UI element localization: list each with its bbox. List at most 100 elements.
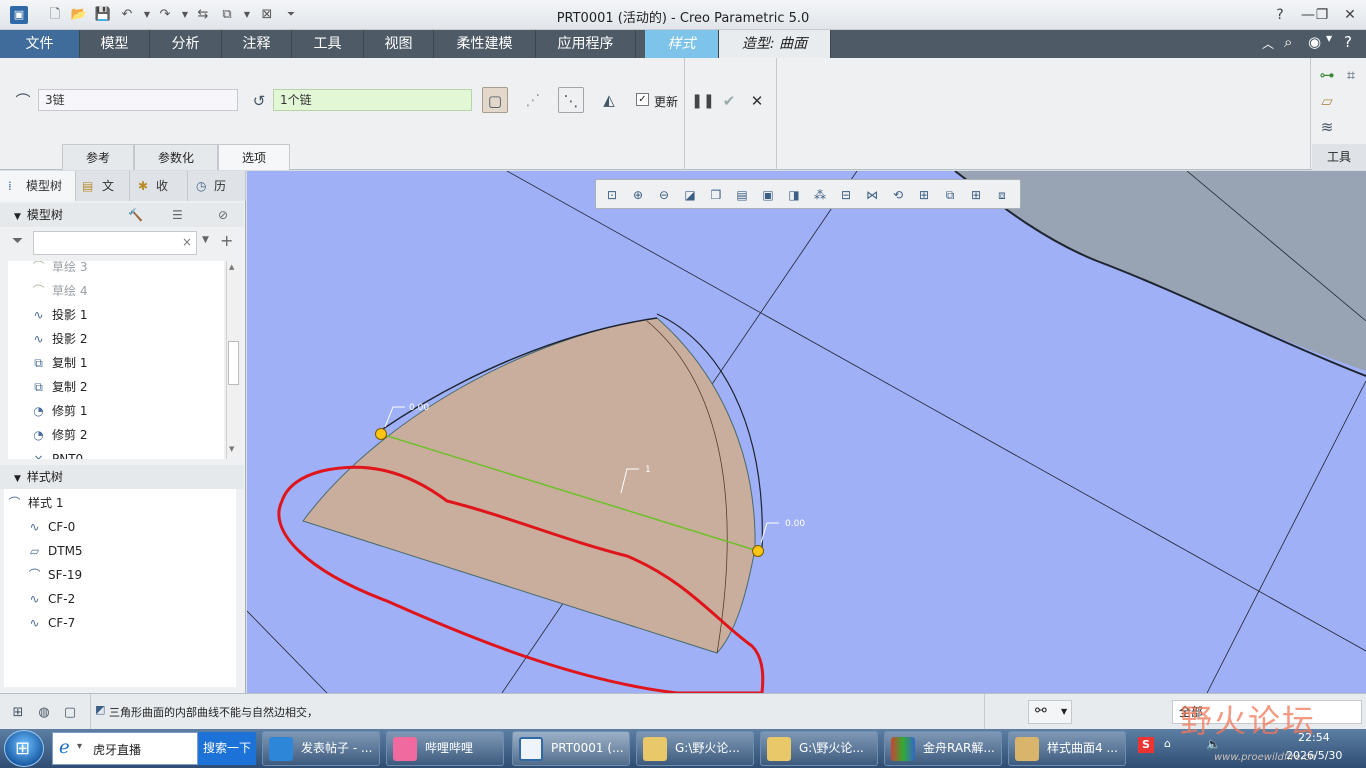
zoom-in-icon[interactable]: ⊕ bbox=[628, 185, 648, 205]
search-icon[interactable]: ⌕ bbox=[1284, 33, 1292, 51]
tree-item[interactable]: × PNT0 bbox=[8, 447, 224, 459]
tab-flexible-modeling[interactable]: 柔性建模 bbox=[434, 30, 536, 58]
smart-filter-button[interactable]: ⚯ ▼ bbox=[1028, 700, 1072, 724]
style-tree-item[interactable]: ∿ CF-0 bbox=[4, 515, 236, 539]
curve-count-label[interactable]: 1 bbox=[645, 465, 651, 475]
model-tree-header[interactable]: ▼ 模型树 🔨 ☰ ⊘ bbox=[0, 203, 244, 227]
help-button[interactable]: ? bbox=[1266, 4, 1294, 26]
community-icon[interactable]: ◉ bbox=[1308, 33, 1321, 51]
plane-tool-icon[interactable]: ▱ bbox=[1314, 88, 1340, 114]
model-tree-scrollbar[interactable]: ▲ ▼ bbox=[226, 261, 240, 459]
style-tree-header[interactable]: ▼ 样式树 bbox=[0, 465, 244, 489]
tab-model-tree[interactable]: ⁞ 模型树 bbox=[0, 171, 76, 201]
tree-item[interactable]: ∿ 投影 2 bbox=[8, 327, 224, 351]
annotation-icon[interactable]: ⊞ bbox=[914, 185, 934, 205]
curve-handle-right[interactable] bbox=[752, 545, 764, 557]
tree-item[interactable]: ∿ 投影 1 bbox=[8, 303, 224, 327]
zoom-out-icon[interactable]: ⊖ bbox=[654, 185, 674, 205]
show-options-icon[interactable]: ☰ bbox=[172, 203, 183, 227]
tree-item[interactable]: ⧉ 复制 2 bbox=[8, 375, 224, 399]
tab-applications[interactable]: 应用程序 bbox=[536, 30, 636, 58]
start-button[interactable]: ⊞ bbox=[4, 730, 44, 767]
datum-display-icon[interactable]: ⁂ bbox=[810, 185, 830, 205]
tree-item[interactable]: ◔ 修剪 1 bbox=[8, 399, 224, 423]
tree-item[interactable]: ⧉ 复制 1 bbox=[8, 351, 224, 375]
tab-favorites[interactable]: ✱ 收 bbox=[130, 171, 188, 201]
style-tree-item[interactable]: ▱ DTM5 bbox=[4, 539, 236, 563]
style-tree-item[interactable]: ⌒ 样式 1 bbox=[4, 491, 236, 515]
task-folder-1[interactable]: G:\野火论... bbox=[636, 731, 754, 766]
curve-tool-icon[interactable]: ≋ bbox=[1314, 114, 1340, 140]
shading-icon[interactable]: ❒ bbox=[706, 185, 726, 205]
tab-tools[interactable]: 工具 bbox=[292, 30, 364, 58]
tab-history[interactable]: ◷ 历 bbox=[188, 171, 246, 201]
refit-icon[interactable]: ⊡ bbox=[602, 185, 622, 205]
tab-style-surface[interactable]: 造型: 曲面 bbox=[719, 30, 831, 58]
subtab-options[interactable]: 选项 bbox=[218, 144, 290, 170]
style-tree-item[interactable]: ∿ CF-7 bbox=[4, 611, 236, 635]
style-tree-item[interactable]: ⌒ SF-19 bbox=[4, 563, 236, 587]
primary-chain-field[interactable]: 3链 bbox=[38, 89, 238, 111]
section-icon[interactable]: ⧈ bbox=[992, 185, 1012, 205]
tangency-label-left[interactable]: 0.00 bbox=[409, 403, 429, 413]
spin-center-icon[interactable]: ⟲ bbox=[888, 185, 908, 205]
add-icon[interactable]: + bbox=[220, 231, 233, 250]
curvature-icon[interactable]: ⊞ bbox=[966, 185, 986, 205]
tree-settings-icon[interactable]: 🔨 bbox=[128, 203, 143, 227]
tab-folder-browser[interactable]: ▤ 文 bbox=[76, 171, 130, 201]
connector-tool-icon[interactable]: ⊶ bbox=[1314, 62, 1340, 88]
tab-model[interactable]: 模型 bbox=[80, 30, 150, 58]
plane-display-icon[interactable]: ⊟ bbox=[836, 185, 856, 205]
tree-item[interactable]: ◔ 修剪 2 bbox=[8, 423, 224, 447]
ime-icon[interactable]: S bbox=[1138, 737, 1154, 753]
internal-chain-field[interactable]: 1个链 bbox=[273, 89, 472, 111]
tool-settings-icon[interactable]: ⌗ bbox=[1338, 62, 1364, 88]
navigator-toggle-icon[interactable]: ⊞ bbox=[8, 703, 28, 723]
task-folder-2[interactable]: G:\野火论... bbox=[760, 731, 878, 766]
search-go-button[interactable]: 搜索一下 bbox=[198, 732, 256, 765]
browser-toggle-icon[interactable]: ◍ bbox=[34, 703, 54, 723]
search-dropdown-icon[interactable]: ▼ bbox=[202, 235, 209, 245]
task-post-thread[interactable]: 发表帖子 - ... bbox=[262, 731, 380, 766]
scroll-up-icon[interactable]: ▲ bbox=[229, 263, 234, 271]
tree-search-input[interactable]: × bbox=[33, 231, 197, 255]
task-paint[interactable]: 样式曲面4 ... bbox=[1008, 731, 1126, 766]
search-dropdown-arrow[interactable]: ▾ bbox=[77, 741, 82, 752]
community-dropdown-icon[interactable]: ▼ bbox=[1326, 34, 1332, 43]
network-icon[interactable]: ⌂ bbox=[1164, 737, 1171, 750]
taskbar-search-box[interactable]: ℯ ▾ 虎牙直播 bbox=[52, 732, 198, 765]
help-icon[interactable]: ? bbox=[1344, 33, 1352, 51]
tab-file[interactable]: 文件 bbox=[0, 30, 80, 58]
curve-handle-left[interactable] bbox=[375, 428, 387, 440]
axis-display-icon[interactable]: ⋈ bbox=[862, 185, 882, 205]
pause-icon[interactable]: ❚❚ bbox=[690, 88, 716, 114]
subtab-parameterization[interactable]: 参数化 bbox=[134, 144, 218, 170]
surface-preview-icon[interactable]: ▢ bbox=[482, 87, 508, 113]
task-creo[interactable]: PRT0001 (... bbox=[512, 731, 630, 766]
grid-icon[interactable]: ⧉ bbox=[940, 185, 960, 205]
task-rar[interactable]: 金舟RAR解... bbox=[884, 731, 1002, 766]
maximize-button[interactable]: ❐ bbox=[1308, 4, 1336, 26]
tab-style[interactable]: 样式 bbox=[645, 30, 719, 58]
confirm-icon[interactable]: ✔ bbox=[716, 88, 742, 114]
tree-filter-icon[interactable]: ⊘ bbox=[218, 203, 228, 227]
scroll-thumb[interactable] bbox=[228, 341, 239, 385]
task-bilibili[interactable]: 哔哩哔哩 bbox=[386, 731, 504, 766]
surface-analysis-icon[interactable]: ◭ bbox=[596, 87, 622, 113]
saved-views-icon[interactable]: ▤ bbox=[732, 185, 752, 205]
cancel-icon[interactable]: ✕ bbox=[744, 88, 770, 114]
fullscreen-icon[interactable]: ▢ bbox=[60, 703, 80, 723]
graphics-viewport[interactable]: 0.00 1 0.00 ⊡ ⊕ ⊖ ◪ ❒ ▤ ▣ ◨ ⁂ ⊟ ⋈ ⟲ ⊞ ⧉ ⊞ ⧈ bbox=[247, 171, 1366, 693]
perspective-icon[interactable]: ◨ bbox=[784, 185, 804, 205]
scroll-down-icon[interactable]: ▼ bbox=[229, 445, 234, 453]
model-graphics[interactable]: 0.00 1 0.00 bbox=[247, 171, 1366, 693]
connect-icon[interactable]: ⋱ bbox=[558, 87, 584, 113]
curve-network-icon[interactable]: ⋰ bbox=[520, 87, 546, 113]
view-manager-icon[interactable]: ▣ bbox=[758, 185, 778, 205]
tangency-label-right[interactable]: 0.00 bbox=[785, 519, 805, 529]
close-button[interactable]: ✕ bbox=[1336, 4, 1364, 26]
tab-view[interactable]: 视图 bbox=[364, 30, 434, 58]
minimize-ribbon-icon[interactable]: ︿ bbox=[1262, 35, 1274, 52]
tree-item[interactable]: ⌒ 草绘 4 bbox=[8, 279, 224, 303]
repaint-icon[interactable]: ◪ bbox=[680, 185, 700, 205]
